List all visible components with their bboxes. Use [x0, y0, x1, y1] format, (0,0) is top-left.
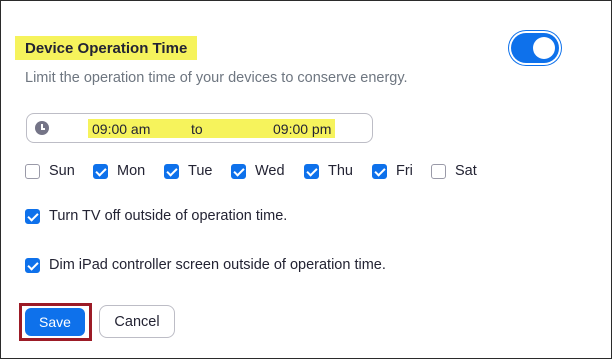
- day-label: Wed: [255, 163, 285, 179]
- option-label: Turn TV off outside of operation time.: [49, 208, 288, 224]
- day-thu[interactable]: Thu: [304, 163, 353, 179]
- day-fri[interactable]: Fri: [372, 163, 413, 179]
- checkbox-wed[interactable]: [231, 163, 246, 179]
- save-button[interactable]: Save: [25, 308, 85, 336]
- option-turn-tv-off[interactable]: Turn TV off outside of operation time.: [25, 208, 287, 224]
- operation-time-toggle[interactable]: [511, 33, 559, 63]
- checkbox-tue[interactable]: [164, 163, 179, 179]
- day-label: Sat: [455, 163, 477, 179]
- section-description: Limit the operation time of your devices…: [25, 70, 408, 86]
- day-label: Sun: [49, 163, 75, 179]
- day-mon[interactable]: Mon: [93, 163, 145, 179]
- settings-panel: Device Operation Time Limit the operatio…: [0, 0, 612, 359]
- checkbox-turn-tv-off[interactable]: [25, 208, 40, 224]
- section-title: Device Operation Time: [25, 39, 188, 57]
- checkbox-fri[interactable]: [372, 163, 387, 179]
- time-range-field[interactable]: 09:00 am to 09:00 pm: [26, 113, 373, 143]
- toggle-knob: [533, 37, 555, 59]
- time-separator: to: [191, 121, 203, 137]
- day-label: Fri: [396, 163, 413, 179]
- start-time[interactable]: 09:00 am: [92, 121, 150, 137]
- checkbox-dim-ipad[interactable]: [25, 257, 40, 273]
- cancel-button[interactable]: Cancel: [99, 305, 175, 338]
- day-label: Thu: [328, 163, 353, 179]
- day-tue[interactable]: Tue: [164, 163, 212, 179]
- day-sat[interactable]: Sat: [431, 163, 477, 179]
- title-highlight: Device Operation Time: [15, 36, 198, 60]
- checkbox-mon[interactable]: [93, 163, 108, 179]
- option-dim-ipad[interactable]: Dim iPad controller screen outside of op…: [25, 257, 386, 273]
- day-wed[interactable]: Wed: [231, 163, 285, 179]
- checkbox-sat[interactable]: [431, 163, 446, 179]
- checkbox-thu[interactable]: [304, 163, 319, 179]
- end-time[interactable]: 09:00 pm: [273, 121, 331, 137]
- day-label: Mon: [117, 163, 146, 179]
- day-label: Tue: [188, 163, 213, 179]
- day-sun[interactable]: Sun: [25, 163, 75, 179]
- checkbox-sun[interactable]: [25, 163, 40, 179]
- option-label: Dim iPad controller screen outside of op…: [49, 257, 386, 273]
- clock-icon: [35, 121, 49, 135]
